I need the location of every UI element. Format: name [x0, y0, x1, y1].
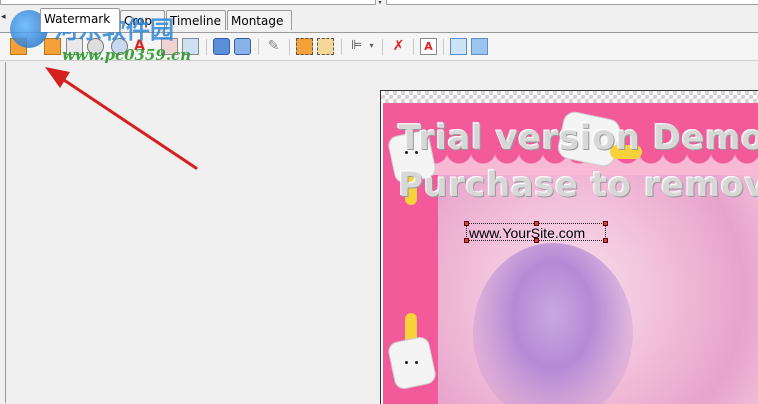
- resize-handle[interactable]: [603, 238, 608, 243]
- tab-label: Watermark: [44, 12, 111, 26]
- resize-handle[interactable]: [464, 238, 469, 243]
- bring-front-icon[interactable]: [296, 38, 313, 55]
- preview-icon[interactable]: [450, 38, 467, 55]
- tab-bar: ◂ Watermark Crop Timeline Montage: [0, 8, 758, 33]
- clear-icon[interactable]: ✗: [390, 38, 407, 55]
- text-icon[interactable]: [111, 38, 128, 55]
- resize-handle[interactable]: [603, 221, 608, 226]
- image-add-icon[interactable]: [44, 38, 61, 55]
- resize-handle[interactable]: [464, 221, 469, 226]
- tab-montage[interactable]: Montage: [227, 10, 292, 30]
- toolbar-separator: [341, 39, 342, 55]
- toolbar-separator: [443, 39, 444, 55]
- toolbar-separator: [289, 39, 290, 55]
- toolbar-separator: [258, 39, 259, 55]
- trial-watermark-line2: Purchase to remove: [398, 165, 758, 205]
- trial-watermark-line1: Trial version Demo.: [398, 118, 758, 158]
- tab-watermark[interactable]: Watermark: [40, 8, 120, 32]
- align-icon[interactable]: ⊫: [348, 38, 365, 55]
- toolbar: A ✎ ⊫ ▾ ✗ A: [0, 33, 758, 61]
- popsicle-decoration: [386, 313, 438, 391]
- rotate-icon[interactable]: [10, 38, 27, 55]
- resize-handle[interactable]: [534, 238, 539, 243]
- toolbar-separator: [413, 39, 414, 55]
- text-properties-icon[interactable]: A: [420, 38, 437, 55]
- top-field-left[interactable]: [0, 0, 376, 5]
- align-dropdown-icon[interactable]: ▾: [367, 38, 376, 55]
- tab-crop[interactable]: Crop: [120, 10, 165, 30]
- ellipse-select-icon[interactable]: [87, 38, 104, 55]
- tab-timeline[interactable]: Timeline: [166, 10, 226, 30]
- blur-icon[interactable]: [213, 38, 230, 55]
- eraser-icon[interactable]: [234, 38, 251, 55]
- toolbar-separator: [382, 39, 383, 55]
- tab-label: Timeline: [170, 14, 222, 28]
- send-back-icon[interactable]: [317, 38, 334, 55]
- dropdown-arrow-icon[interactable]: ▾: [376, 0, 384, 6]
- image-frame-icon[interactable]: [182, 38, 199, 55]
- resize-handle[interactable]: [534, 221, 539, 226]
- rectangle-select-icon[interactable]: [66, 38, 83, 55]
- apply-icon[interactable]: [471, 38, 488, 55]
- pen-icon[interactable]: ✎: [265, 38, 282, 55]
- top-strip: ▾: [0, 0, 758, 8]
- image-watermark-icon[interactable]: [161, 38, 178, 55]
- toolbar-separator: [206, 39, 207, 55]
- tab-label: Crop: [124, 14, 153, 28]
- top-field-right[interactable]: [386, 0, 758, 5]
- tab-label: Montage: [231, 14, 284, 28]
- text-add-icon[interactable]: A: [131, 38, 148, 55]
- tab-scroll-left-icon[interactable]: ◂: [1, 12, 6, 22]
- transparency-checker: [381, 91, 758, 103]
